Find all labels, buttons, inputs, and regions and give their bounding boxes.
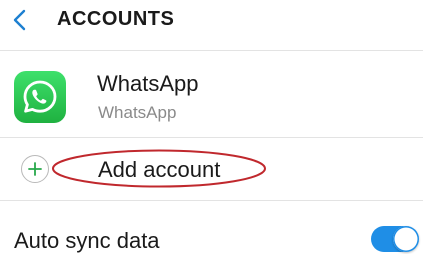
add-account-button[interactable]: Add account xyxy=(0,138,423,200)
account-item-whatsapp[interactable]: WhatsApp WhatsApp xyxy=(0,51,423,137)
auto-sync-label: Auto sync data xyxy=(14,228,160,253)
auto-sync-row[interactable]: Auto sync data xyxy=(0,212,423,253)
chevron-left-icon xyxy=(13,9,26,31)
add-account-label: Add account xyxy=(98,157,221,182)
account-type: WhatsApp xyxy=(98,103,177,122)
account-name: WhatsApp xyxy=(97,71,199,96)
plus-icon xyxy=(21,155,49,183)
divider xyxy=(0,200,423,201)
page-title: ACCOUNTS xyxy=(57,8,175,30)
auto-sync-toggle[interactable] xyxy=(371,226,419,252)
app-header: ACCOUNTS xyxy=(0,0,423,50)
whatsapp-icon xyxy=(14,71,66,123)
toggle-knob xyxy=(393,226,419,252)
back-button[interactable] xyxy=(8,5,30,35)
